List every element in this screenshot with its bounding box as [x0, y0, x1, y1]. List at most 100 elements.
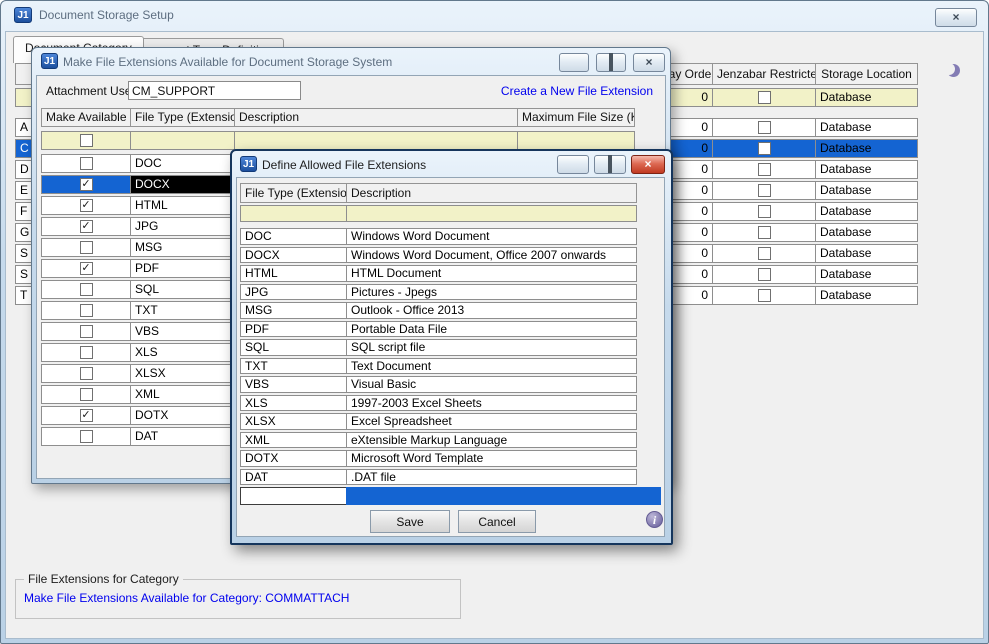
- extension-definition-row[interactable]: XLSXExcel Spreadsheet: [240, 413, 636, 430]
- description-cell[interactable]: Excel Spreadsheet: [346, 413, 637, 430]
- description-cell[interactable]: HTML Document: [346, 265, 637, 282]
- make-extensions-available-link[interactable]: Make File Extensions Available for Categ…: [24, 591, 349, 605]
- file-type-cell[interactable]: TXT: [130, 301, 235, 320]
- make-available-cell[interactable]: [41, 364, 131, 383]
- make-available-cell[interactable]: [41, 343, 131, 362]
- file-type-cell[interactable]: MSG: [240, 302, 347, 319]
- file-type-cell[interactable]: DAT: [130, 427, 235, 446]
- new-extension-row[interactable]: [240, 487, 660, 505]
- extension-definition-row[interactable]: JPGPictures - Jpegs: [240, 284, 636, 301]
- file-type-cell[interactable]: SQL: [130, 280, 235, 299]
- make-available-cell[interactable]: ✓: [41, 175, 131, 194]
- checkbox[interactable]: [80, 134, 93, 147]
- jenzabar-restricted-cell[interactable]: [712, 118, 816, 137]
- checkbox[interactable]: ✓: [80, 178, 93, 191]
- checkbox[interactable]: [80, 325, 93, 338]
- define-grid-filter-row[interactable]: [240, 205, 636, 222]
- checkbox[interactable]: [758, 184, 771, 197]
- extension-definition-row[interactable]: DOTXMicrosoft Word Template: [240, 450, 636, 467]
- file-type-cell[interactable]: DOCX: [130, 175, 235, 194]
- storage-location-cell[interactable]: Database: [815, 265, 918, 284]
- file-type-cell[interactable]: HTML: [240, 265, 347, 282]
- storage-location-cell[interactable]: Database: [815, 223, 918, 242]
- filter-jenzabar-cell[interactable]: [712, 88, 816, 107]
- jenzabar-restricted-cell[interactable]: [712, 181, 816, 200]
- make-available-cell[interactable]: [41, 427, 131, 446]
- checkbox[interactable]: [758, 121, 771, 134]
- create-new-file-extension-link[interactable]: Create a New File Extension: [501, 84, 653, 98]
- file-type-cell[interactable]: VBS: [240, 376, 347, 393]
- file-type-cell[interactable]: XLSX: [240, 413, 347, 430]
- checkbox[interactable]: [80, 304, 93, 317]
- jenzabar-restricted-cell[interactable]: [712, 139, 816, 158]
- main-close-button[interactable]: ×: [935, 8, 977, 27]
- storage-location-cell[interactable]: Database: [815, 139, 918, 158]
- file-type-cell[interactable]: XML: [240, 432, 347, 449]
- storage-location-cell[interactable]: Database: [815, 160, 918, 179]
- file-type-cell[interactable]: JPG: [130, 217, 235, 236]
- filter-file-type-cell[interactable]: [130, 131, 235, 150]
- make-available-cell[interactable]: ✓: [41, 259, 131, 278]
- description-cell[interactable]: Text Document: [346, 358, 637, 375]
- file-type-cell[interactable]: VBS: [130, 322, 235, 341]
- description-cell[interactable]: Microsoft Word Template: [346, 450, 637, 467]
- file-type-cell[interactable]: DOTX: [130, 406, 235, 425]
- description-cell[interactable]: Portable Data File: [346, 321, 637, 338]
- new-file-type-edit-cell[interactable]: [240, 487, 347, 505]
- file-type-cell[interactable]: DOCX: [240, 247, 347, 264]
- storage-location-cell[interactable]: Database: [815, 118, 918, 137]
- checkbox[interactable]: [758, 226, 771, 239]
- extensions-grid-filter-row[interactable]: [41, 131, 634, 150]
- checkbox[interactable]: [758, 247, 771, 260]
- file-type-cell[interactable]: DAT: [240, 469, 347, 486]
- extension-definition-row[interactable]: MSGOutlook - Office 2013: [240, 302, 636, 319]
- description-cell[interactable]: SQL script file: [346, 339, 637, 356]
- file-type-cell[interactable]: JPG: [240, 284, 347, 301]
- checkbox[interactable]: [758, 268, 771, 281]
- checkbox[interactable]: [80, 388, 93, 401]
- checkbox[interactable]: [80, 157, 93, 170]
- filter-description-cell[interactable]: [346, 205, 637, 222]
- maximize-button[interactable]: [596, 53, 626, 72]
- make-available-cell[interactable]: [41, 154, 131, 173]
- description-cell[interactable]: Pictures - Jpegs: [346, 284, 637, 301]
- extension-definition-row[interactable]: PDFPortable Data File: [240, 321, 636, 338]
- attachment-use-input[interactable]: [128, 81, 301, 100]
- jenzabar-restricted-cell[interactable]: [712, 286, 816, 305]
- extension-definition-row[interactable]: DOCXWindows Word Document, Office 2007 o…: [240, 247, 636, 264]
- checkbox[interactable]: ✓: [80, 262, 93, 275]
- storage-location-cell[interactable]: Database: [815, 202, 918, 221]
- make-available-cell[interactable]: [41, 301, 131, 320]
- file-type-cell[interactable]: DOC: [240, 228, 347, 245]
- file-type-cell[interactable]: TXT: [240, 358, 347, 375]
- storage-location-cell[interactable]: Database: [815, 244, 918, 263]
- jenzabar-restricted-cell[interactable]: [712, 202, 816, 221]
- checkbox[interactable]: ✓: [80, 409, 93, 422]
- filter-make-available-cell[interactable]: [41, 131, 131, 150]
- checkbox[interactable]: ✓: [80, 199, 93, 212]
- jenzabar-restricted-cell[interactable]: [712, 265, 816, 284]
- file-type-cell[interactable]: PDF: [240, 321, 347, 338]
- help-crescent-icon[interactable]: [946, 64, 960, 78]
- minimize-button[interactable]: [559, 53, 589, 72]
- file-type-cell[interactable]: XLS: [240, 395, 347, 412]
- new-description-cell[interactable]: [346, 487, 661, 505]
- storage-location-cell[interactable]: Database: [815, 286, 918, 305]
- checkbox[interactable]: ✓: [80, 220, 93, 233]
- description-cell[interactable]: Outlook - Office 2013: [346, 302, 637, 319]
- checkbox[interactable]: [80, 346, 93, 359]
- checkbox[interactable]: [80, 241, 93, 254]
- file-type-cell[interactable]: XLSX: [130, 364, 235, 383]
- checkbox[interactable]: [80, 430, 93, 443]
- file-type-cell[interactable]: XLS: [130, 343, 235, 362]
- filter-file-type-cell[interactable]: [240, 205, 347, 222]
- extension-definition-row[interactable]: HTMLHTML Document: [240, 265, 636, 282]
- extension-definition-row[interactable]: TXTText Document: [240, 358, 636, 375]
- extension-definition-row[interactable]: DOCWindows Word Document: [240, 228, 636, 245]
- minimize-button[interactable]: [557, 155, 589, 174]
- info-icon[interactable]: i: [646, 511, 663, 528]
- filter-max-size-cell[interactable]: [517, 131, 635, 150]
- description-cell[interactable]: Windows Word Document: [346, 228, 637, 245]
- file-type-cell[interactable]: SQL: [240, 339, 347, 356]
- file-type-cell[interactable]: HTML: [130, 196, 235, 215]
